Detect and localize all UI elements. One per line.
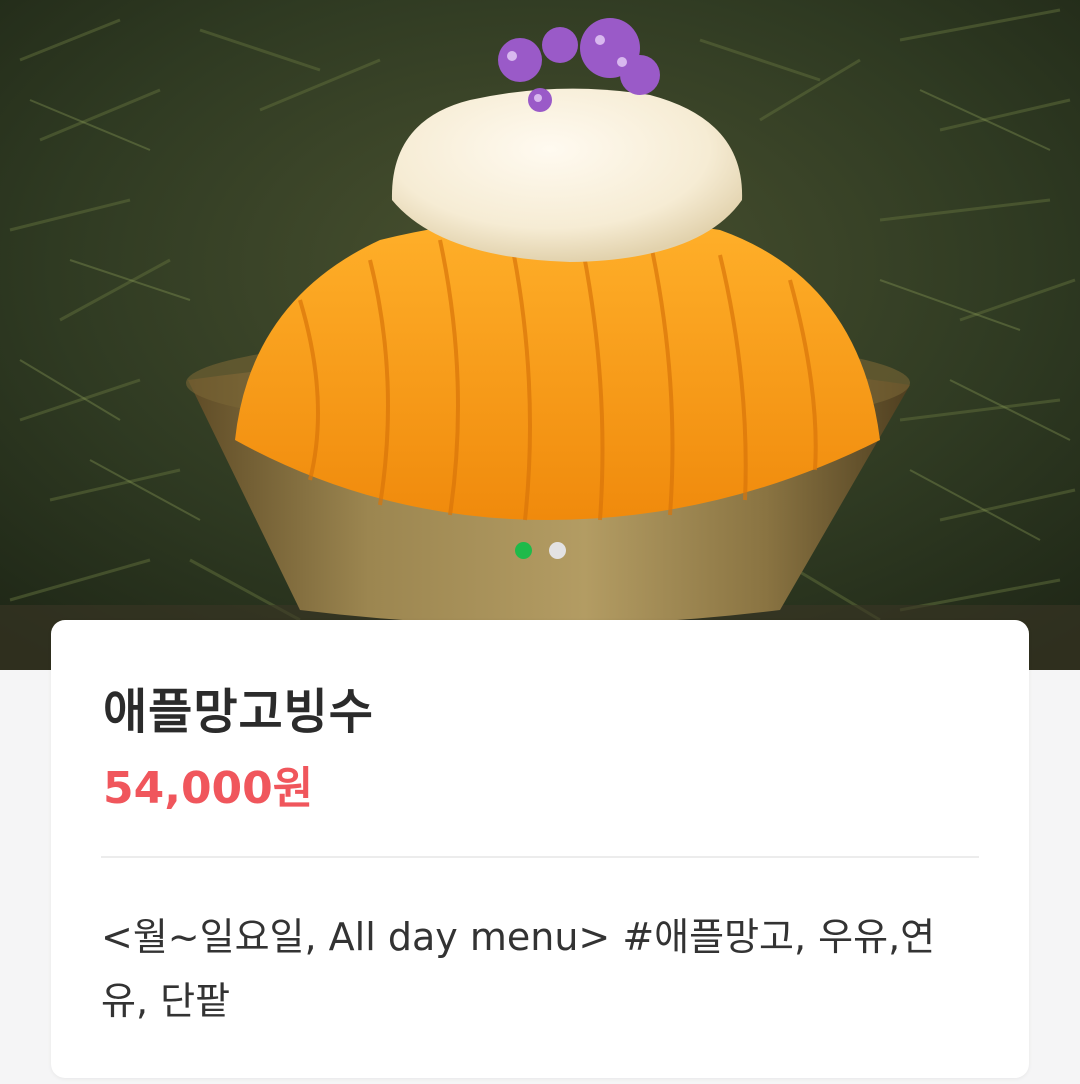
menu-photo-carousel[interactable] xyxy=(0,0,1080,670)
carousel-indicator xyxy=(0,542,1080,559)
bingsu-photo xyxy=(0,0,1080,670)
carousel-dot-1[interactable] xyxy=(514,542,532,559)
menu-detail-card: 애플망고빙수 54,000원 <월~일요일, All day menu> #애플… xyxy=(51,620,1029,1078)
divider xyxy=(101,856,979,858)
menu-item-price: 54,000원 xyxy=(103,763,314,814)
carousel-dot-2[interactable] xyxy=(548,542,566,559)
menu-item-name: 애플망고빙수 xyxy=(103,684,374,740)
menu-item-description: <월~일요일, All day menu> #애플망고, 우유,연유, 단팥 xyxy=(101,915,936,1023)
